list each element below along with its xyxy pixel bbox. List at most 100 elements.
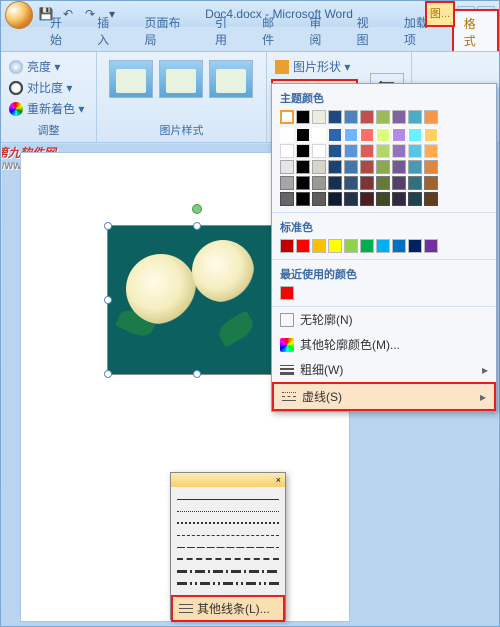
style-preset[interactable] <box>159 60 203 98</box>
color-swatch[interactable] <box>392 239 406 253</box>
color-swatch[interactable] <box>296 160 310 174</box>
color-swatch[interactable] <box>328 110 342 124</box>
color-swatch[interactable] <box>344 160 358 174</box>
color-swatch[interactable] <box>280 286 294 300</box>
weight-item[interactable]: 粗细(W)▸ <box>272 357 496 382</box>
tab-home[interactable]: 开始 <box>39 9 84 51</box>
color-swatch[interactable] <box>376 160 390 174</box>
color-swatch[interactable] <box>296 176 310 190</box>
dash-option[interactable] <box>177 565 279 577</box>
color-swatch[interactable] <box>312 110 326 124</box>
color-swatch[interactable] <box>392 176 406 190</box>
resize-handle[interactable] <box>193 370 201 378</box>
resize-handle[interactable] <box>193 222 201 230</box>
color-swatch[interactable] <box>408 110 422 124</box>
color-swatch[interactable] <box>360 160 374 174</box>
color-swatch[interactable] <box>344 192 358 206</box>
color-swatch[interactable] <box>424 192 438 206</box>
style-preset[interactable] <box>109 60 153 98</box>
tab-review[interactable]: 审阅 <box>298 9 343 51</box>
color-swatch[interactable] <box>280 239 294 253</box>
color-swatch[interactable] <box>424 176 438 190</box>
resize-handle[interactable] <box>104 296 112 304</box>
dash-option[interactable] <box>177 505 279 517</box>
color-swatch[interactable] <box>312 160 326 174</box>
dash-option[interactable] <box>177 493 279 505</box>
color-swatch[interactable] <box>360 192 374 206</box>
recolor-button[interactable]: 重新着色 ▾ <box>9 98 88 119</box>
tab-references[interactable]: 引用 <box>204 9 249 51</box>
dash-option[interactable] <box>177 553 279 565</box>
color-swatch[interactable] <box>280 192 294 206</box>
color-swatch[interactable] <box>392 110 406 124</box>
color-swatch[interactable] <box>344 176 358 190</box>
color-swatch[interactable] <box>312 144 326 158</box>
color-swatch[interactable] <box>376 239 390 253</box>
color-swatch[interactable] <box>424 110 438 124</box>
color-swatch[interactable] <box>344 144 358 158</box>
color-swatch[interactable] <box>328 144 342 158</box>
tab-format[interactable]: 格式 <box>452 9 499 51</box>
color-swatch[interactable] <box>360 176 374 190</box>
more-colors-item[interactable]: 其他轮廓颜色(M)... <box>272 332 496 357</box>
contrast-button[interactable]: 对比度 ▾ <box>9 77 88 98</box>
color-swatch[interactable] <box>312 128 326 142</box>
color-swatch[interactable] <box>376 144 390 158</box>
color-swatch[interactable] <box>392 160 406 174</box>
color-swatch[interactable] <box>408 239 422 253</box>
color-swatch[interactable] <box>408 128 422 142</box>
close-icon[interactable]: × <box>276 475 281 485</box>
dash-option[interactable] <box>177 541 279 553</box>
dashes-item[interactable]: 虚线(S)▸ <box>272 382 496 411</box>
dash-menu-header[interactable]: × <box>171 473 285 487</box>
color-swatch[interactable] <box>344 239 358 253</box>
selected-image[interactable] <box>107 225 287 375</box>
color-swatch[interactable] <box>360 110 374 124</box>
color-swatch[interactable] <box>312 239 326 253</box>
no-outline-item[interactable]: 无轮廓(N) <box>272 307 496 332</box>
color-swatch[interactable] <box>408 192 422 206</box>
color-swatch[interactable] <box>408 176 422 190</box>
tab-insert[interactable]: 插入 <box>86 9 131 51</box>
color-swatch[interactable] <box>328 239 342 253</box>
color-swatch[interactable] <box>328 192 342 206</box>
color-swatch[interactable] <box>328 160 342 174</box>
other-lines-button[interactable]: 其他线条(L)... <box>171 595 285 622</box>
resize-handle[interactable] <box>104 222 112 230</box>
dash-option[interactable] <box>177 577 279 589</box>
color-swatch[interactable] <box>376 128 390 142</box>
color-swatch[interactable] <box>280 176 294 190</box>
dash-option[interactable] <box>177 517 279 529</box>
color-swatch[interactable] <box>328 128 342 142</box>
color-swatch[interactable] <box>344 110 358 124</box>
color-swatch[interactable] <box>376 176 390 190</box>
color-swatch[interactable] <box>344 128 358 142</box>
color-swatch[interactable] <box>280 144 294 158</box>
color-swatch[interactable] <box>424 239 438 253</box>
color-swatch[interactable] <box>280 160 294 174</box>
office-button[interactable] <box>5 1 33 29</box>
color-swatch[interactable] <box>408 144 422 158</box>
color-swatch[interactable] <box>328 176 342 190</box>
color-swatch[interactable] <box>296 144 310 158</box>
dash-option[interactable] <box>177 529 279 541</box>
color-swatch[interactable] <box>312 192 326 206</box>
color-swatch[interactable] <box>424 160 438 174</box>
color-swatch[interactable] <box>360 144 374 158</box>
color-swatch[interactable] <box>392 192 406 206</box>
color-swatch[interactable] <box>376 192 390 206</box>
brightness-button[interactable]: 亮度 ▾ <box>9 56 88 77</box>
color-swatch[interactable] <box>296 239 310 253</box>
tab-mailings[interactable]: 邮件 <box>251 9 296 51</box>
tab-view[interactable]: 视图 <box>346 9 391 51</box>
tab-pagelayout[interactable]: 页面布局 <box>133 9 201 51</box>
color-swatch[interactable] <box>360 128 374 142</box>
color-swatch[interactable] <box>296 110 310 124</box>
color-swatch[interactable] <box>392 144 406 158</box>
resize-handle[interactable] <box>104 370 112 378</box>
color-swatch[interactable] <box>312 176 326 190</box>
color-swatch[interactable] <box>376 110 390 124</box>
color-swatch[interactable] <box>280 128 294 142</box>
color-swatch[interactable] <box>280 110 294 124</box>
color-swatch[interactable] <box>360 239 374 253</box>
